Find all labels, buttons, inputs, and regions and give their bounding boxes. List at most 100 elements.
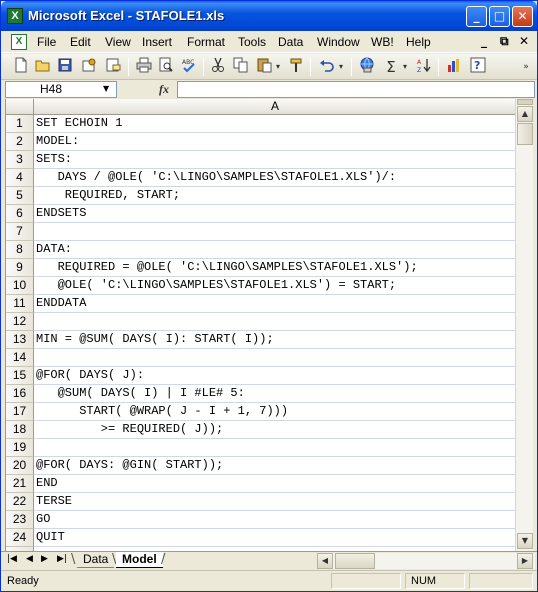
doc-close-button[interactable]: ✕: [519, 34, 529, 48]
last-sheet-button[interactable]: ▶|: [57, 554, 67, 564]
print-icon[interactable]: [134, 57, 154, 77]
menu-help[interactable]: Help: [406, 35, 431, 49]
menu-window[interactable]: Window: [317, 35, 360, 49]
autosum-icon[interactable]: Σ: [381, 57, 401, 77]
undo-dropdown-icon[interactable]: ▾: [336, 57, 346, 77]
cell-a22[interactable]: TERSE: [34, 493, 515, 511]
menu-wb[interactable]: WB!: [371, 35, 394, 49]
horizontal-scrollbar[interactable]: ◀ ▶: [317, 553, 535, 569]
cell-a24[interactable]: QUIT: [34, 529, 515, 547]
row-header[interactable]: 4: [6, 169, 34, 187]
select-all-corner[interactable]: [6, 99, 34, 115]
row-header[interactable]: 2: [6, 133, 34, 151]
row-header[interactable]: 11: [6, 295, 34, 313]
column-header-a[interactable]: A: [34, 99, 515, 115]
menu-format[interactable]: Format: [187, 35, 225, 49]
cell-a9[interactable]: REQUIRED = @OLE( 'C:\LINGO\SAMPLES\STAFO…: [34, 259, 515, 277]
cell-a15[interactable]: @FOR( DAYS( J):: [34, 367, 515, 385]
undo-icon[interactable]: [317, 57, 337, 77]
cell-a11[interactable]: ENDDATA: [34, 295, 515, 313]
horizontal-scroll-thumb[interactable]: [335, 553, 375, 569]
cell-a7[interactable]: [34, 223, 515, 241]
cell-a16[interactable]: @SUM( DAYS( I) | I #LE# 5:: [34, 385, 515, 403]
format-painter-icon[interactable]: [286, 57, 306, 77]
cell-a6[interactable]: ENDSETS: [34, 205, 515, 223]
row-header[interactable]: 7: [6, 223, 34, 241]
row-header[interactable]: 24: [6, 529, 34, 547]
split-box[interactable]: [517, 99, 533, 105]
cell-a17[interactable]: START( @WRAP( J - I + 1, 7))): [34, 403, 515, 421]
copy-icon[interactable]: [231, 57, 251, 77]
cell-a4[interactable]: DAYS / @OLE( 'C:\LINGO\SAMPLES\STAFOLE1.…: [34, 169, 515, 187]
row-header[interactable]: 13: [6, 331, 34, 349]
cell-a3[interactable]: SETS:: [34, 151, 515, 169]
cell-a18[interactable]: >= REQUIRED( J));: [34, 421, 515, 439]
menu-edit[interactable]: Edit: [70, 35, 91, 49]
cell-a14[interactable]: [34, 349, 515, 367]
cell-a19[interactable]: [34, 439, 515, 457]
first-sheet-button[interactable]: |◀: [7, 554, 17, 564]
scroll-left-button[interactable]: ◀: [317, 553, 333, 569]
prev-sheet-button[interactable]: ◀: [26, 554, 33, 564]
doc-restore-button[interactable]: ⧉: [500, 34, 509, 49]
menu-insert[interactable]: Insert: [142, 35, 172, 49]
vertical-scroll-thumb[interactable]: [517, 123, 533, 145]
workbook-icon[interactable]: X: [11, 34, 27, 50]
cell-a5[interactable]: REQUIRED, START;: [34, 187, 515, 205]
sort-ascending-icon[interactable]: AZ: [414, 57, 434, 77]
email-icon[interactable]: [103, 57, 123, 77]
spelling-icon[interactable]: ABC: [179, 57, 199, 77]
row-header[interactable]: 3: [6, 151, 34, 169]
open-icon[interactable]: [33, 57, 53, 77]
row-header[interactable]: 17: [6, 403, 34, 421]
title-bar[interactable]: X Microsoft Excel - STAFOLE1.xls _ □ ✕: [1, 1, 537, 31]
row-header[interactable]: 16: [6, 385, 34, 403]
scroll-right-button[interactable]: ▶: [517, 553, 533, 569]
cell-a23[interactable]: GO: [34, 511, 515, 529]
chart-wizard-icon[interactable]: [444, 57, 464, 77]
minimize-button[interactable]: _: [466, 6, 487, 27]
cell-a21[interactable]: END: [34, 475, 515, 493]
row-header[interactable]: 8: [6, 241, 34, 259]
maximize-button[interactable]: □: [489, 6, 510, 27]
row-header[interactable]: 1: [6, 115, 34, 133]
insert-function-icon[interactable]: fx: [159, 82, 169, 97]
row-header[interactable]: 19: [6, 439, 34, 457]
cell-a2[interactable]: MODEL:: [34, 133, 515, 151]
cell-a13[interactable]: MIN = @SUM( DAYS( I): START( I));: [34, 331, 515, 349]
permission-icon[interactable]: [79, 57, 99, 77]
cell-a20[interactable]: @FOR( DAYS: @GIN( START));: [34, 457, 515, 475]
new-icon[interactable]: [11, 57, 31, 77]
cell-a10[interactable]: @OLE( 'C:\LINGO\SAMPLES\STAFOLE1.XLS') =…: [34, 277, 515, 295]
close-button[interactable]: ✕: [512, 6, 533, 27]
toolbar-options-icon[interactable]: »: [519, 57, 533, 77]
name-box[interactable]: H48: [5, 81, 117, 98]
scroll-down-button[interactable]: ▼: [517, 533, 533, 549]
row-header[interactable]: 12: [6, 313, 34, 331]
cell-a1[interactable]: SET ECHOIN 1: [34, 115, 515, 133]
vertical-scrollbar[interactable]: ▲ ▼: [515, 99, 533, 551]
row-header[interactable]: 18: [6, 421, 34, 439]
tab-data[interactable]: Data: [77, 552, 115, 568]
print-preview-icon[interactable]: [156, 57, 176, 77]
row-header[interactable]: 20: [6, 457, 34, 475]
cell-a12[interactable]: [34, 313, 515, 331]
row-header[interactable]: 22: [6, 493, 34, 511]
row-header[interactable]: 14: [6, 349, 34, 367]
menu-tools[interactable]: Tools: [238, 35, 266, 49]
hyperlink-icon[interactable]: [357, 57, 377, 77]
menu-file[interactable]: File: [37, 35, 56, 49]
menu-data[interactable]: Data: [278, 35, 303, 49]
paste-icon[interactable]: [254, 57, 274, 77]
row-header[interactable]: 15: [6, 367, 34, 385]
next-sheet-button[interactable]: ▶: [41, 554, 48, 564]
doc-minimize-button[interactable]: _: [481, 34, 487, 48]
save-icon[interactable]: [55, 57, 75, 77]
row-header[interactable]: 10: [6, 277, 34, 295]
name-box-dropdown-icon[interactable]: ▼: [103, 84, 109, 93]
cell-a8[interactable]: DATA:: [34, 241, 515, 259]
menu-view[interactable]: View: [105, 35, 131, 49]
row-header[interactable]: 6: [6, 205, 34, 223]
row-header[interactable]: 5: [6, 187, 34, 205]
formula-input[interactable]: [177, 81, 535, 98]
